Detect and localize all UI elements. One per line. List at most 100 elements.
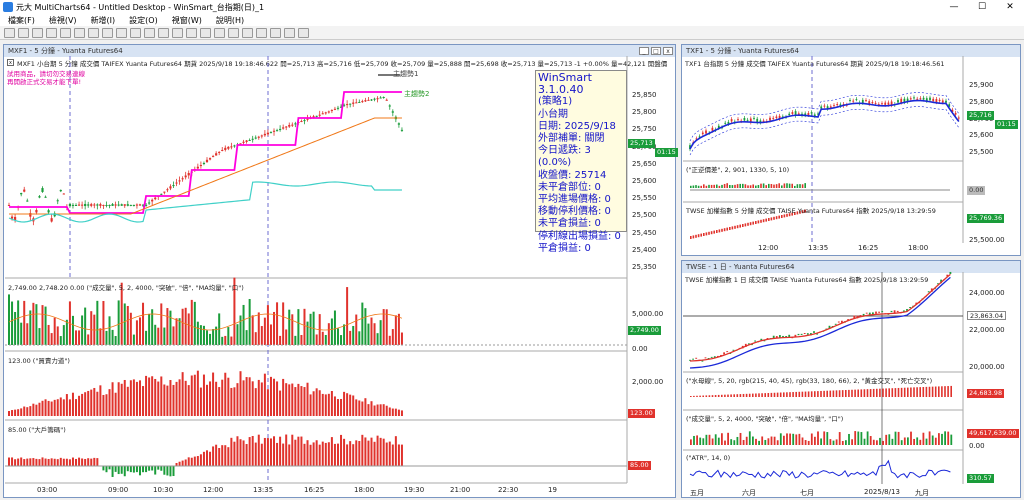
volume-bar — [376, 333, 379, 345]
txf-candle-body — [919, 98, 922, 100]
twse-ind1-bar — [699, 395, 701, 397]
twse-ind1-bar — [745, 393, 748, 397]
power-bar — [108, 389, 111, 416]
volume-bar — [129, 312, 132, 345]
twse-ind2-info: ("成交量", 5, 2, 4000, "突破", "倍", "MA均量", "… — [683, 412, 963, 423]
candle-body — [245, 140, 248, 142]
power-bar — [202, 374, 205, 416]
bigplayer-bar — [242, 440, 245, 466]
candle-body — [373, 98, 376, 100]
twse-ind2-tag: 49,617,639.00 — [967, 429, 1019, 438]
candle-body — [248, 140, 251, 142]
candle-body — [56, 200, 59, 202]
candle-body — [87, 204, 90, 206]
candle-body — [26, 200, 29, 202]
twse-volume-bar — [832, 440, 835, 445]
power-bar — [391, 408, 394, 416]
candle-body — [108, 204, 111, 206]
power-bar — [376, 404, 379, 416]
twse-candle — [834, 323, 837, 325]
twse-volume-bar — [928, 431, 931, 445]
power-bar — [367, 404, 370, 416]
candle-body — [361, 101, 364, 103]
power-bar — [20, 408, 23, 416]
bigplayer-bar — [102, 466, 105, 471]
twse-ind1-info: ("水母線", 5, 20, rgb(215, 40, 45), rgb(33,… — [683, 374, 963, 385]
txf-candle-body — [701, 132, 704, 135]
bigplayer-bar — [233, 441, 236, 466]
twse-ind1-bar — [792, 392, 794, 397]
txf-twse-candle — [710, 231, 713, 235]
twse-volume-bar — [900, 440, 903, 445]
trial-warning: 試用商品，請切勿交易連線 再開啟正式交易才能下單! — [7, 70, 85, 86]
candle-body — [279, 128, 282, 130]
power-bar — [35, 404, 38, 416]
bigplayer-bar — [221, 445, 224, 466]
volume-bar — [108, 316, 111, 345]
candle-body — [327, 111, 330, 113]
candle-body — [163, 191, 166, 193]
candle-body — [379, 97, 382, 99]
candle-body — [260, 135, 263, 137]
power-bar — [400, 410, 403, 416]
txf-twse-candle — [762, 219, 765, 223]
volume-bar — [294, 335, 297, 345]
power-bar — [306, 382, 309, 416]
twse-volume-bar — [897, 431, 900, 445]
power-bar — [117, 382, 120, 416]
twse-volume-bar — [773, 436, 776, 445]
candle-body — [355, 102, 358, 104]
power-bar — [148, 377, 151, 416]
volume-bar — [288, 309, 291, 345]
candle-body — [218, 151, 221, 153]
power-bar — [318, 390, 321, 416]
twse-volume-bar — [888, 434, 891, 445]
txf-twse-candle — [775, 216, 778, 220]
twse-volume-bar — [857, 431, 860, 445]
twse-candle — [723, 352, 725, 355]
bigplayer-bar — [87, 458, 90, 466]
bigplayer-bar — [364, 437, 367, 466]
twse-volume-bar — [866, 431, 869, 445]
power-bar — [105, 394, 108, 416]
volume-bar — [340, 335, 343, 345]
txf-twse-candle — [781, 215, 783, 218]
txf-twse-candle — [723, 228, 726, 232]
bigplayer-bar — [181, 460, 184, 466]
bigplayer-bar — [385, 442, 388, 466]
twse-volume-bar — [907, 437, 909, 445]
bigplayer-bar — [309, 444, 312, 466]
twse-volume-bar — [851, 439, 853, 445]
panel-row: 收盤價: 25714 — [538, 169, 607, 181]
txf-spread-bar — [723, 183, 726, 188]
power-bar — [96, 391, 99, 416]
txf-candle-body — [900, 98, 903, 103]
candle-body — [111, 204, 114, 206]
candle-body — [199, 165, 203, 167]
twse-volume-bar — [903, 437, 906, 445]
txf-candle-body — [797, 113, 800, 115]
power-bar — [151, 376, 154, 416]
twse-volume-bar — [863, 438, 866, 445]
power-bar — [385, 405, 388, 416]
volume-bar — [230, 336, 233, 345]
bigplayer-bar — [93, 457, 96, 466]
bigplayer-bar — [254, 442, 257, 466]
bigplayer-bar — [26, 458, 29, 466]
volume-bar — [336, 328, 339, 345]
vol-tick-1: 5,000.00 — [632, 310, 664, 318]
bigplayer-bar — [44, 458, 47, 466]
twse-ind1-bar — [841, 390, 844, 397]
volume-bar — [20, 322, 23, 345]
candle-body — [367, 99, 370, 101]
twse-candle — [797, 333, 800, 336]
txf-candle-body — [823, 105, 826, 107]
bigplayer-bar — [142, 466, 145, 473]
power-bar — [44, 399, 47, 416]
power-bar — [87, 390, 90, 416]
twse-ind1-tag: 24,683.98 — [967, 389, 1005, 398]
txf-candle-body — [855, 99, 858, 101]
twse-ind1-bar — [724, 394, 726, 397]
candle-body — [132, 204, 135, 206]
candle-body — [397, 123, 401, 125]
